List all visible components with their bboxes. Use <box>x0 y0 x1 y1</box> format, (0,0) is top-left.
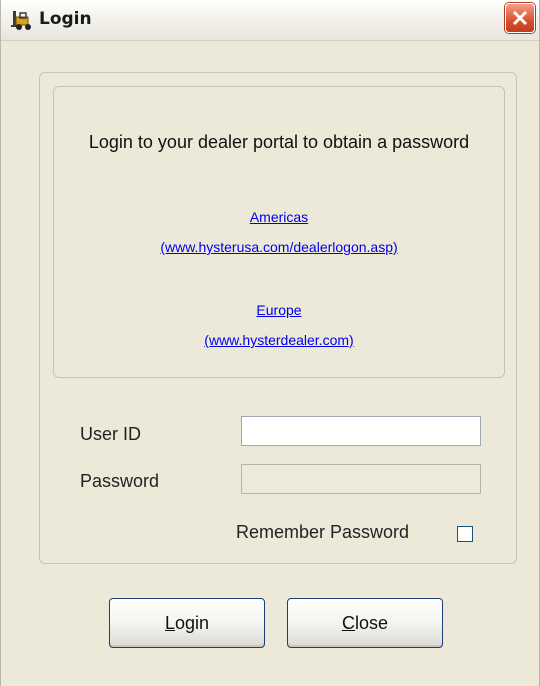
europe-url-link[interactable]: (www.hysterdealer.com) <box>53 332 505 348</box>
password-input[interactable] <box>241 464 481 494</box>
close-icon <box>512 10 528 26</box>
close-button-label: lose <box>354 613 389 633</box>
user-id-label: User ID <box>80 424 142 444</box>
americas-url-link[interactable]: (www.hysterusa.com/dealerlogon.asp) <box>53 239 505 255</box>
close-button[interactable]: Close <box>287 598 443 648</box>
login-button[interactable]: Login <box>109 598 265 648</box>
login-button-mnemonic: L <box>164 613 175 633</box>
password-label: Password <box>80 471 160 491</box>
close-button-mnemonic: C <box>341 613 355 633</box>
user-id-input[interactable] <box>241 416 481 446</box>
remember-password-checkbox[interactable] <box>457 526 473 542</box>
login-button-label: ogin <box>174 613 210 633</box>
portal-info-message: Login to your dealer portal to obtain a … <box>88 132 470 152</box>
login-dialog: Login Login to your dealer portal to obt… <box>0 0 540 686</box>
remember-password-label: Remember Password <box>236 522 410 542</box>
europe-link[interactable]: Europe <box>53 302 505 318</box>
window-close-button[interactable] <box>505 3 535 33</box>
americas-link[interactable]: Americas <box>53 209 505 225</box>
forklift-icon <box>11 9 37 31</box>
window-title: Login <box>39 9 92 29</box>
title-bar: Login <box>1 0 539 41</box>
